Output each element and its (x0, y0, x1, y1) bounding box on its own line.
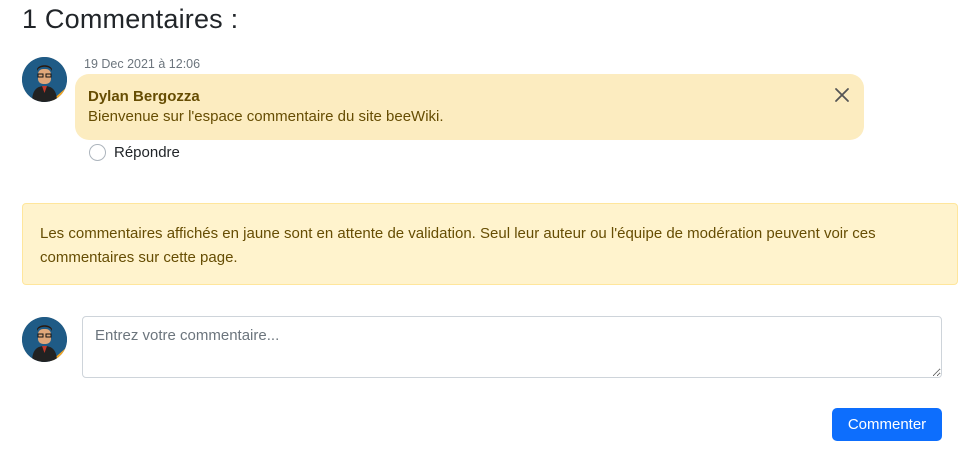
comment-author-name: Dylan Bergozza (88, 88, 200, 105)
comment-date: 19 Dec 2021 à 12:06 (84, 57, 201, 71)
close-icon[interactable] (833, 86, 851, 104)
comment-message: Bienvenue sur l'espace commentaire du si… (88, 108, 444, 125)
reply-button[interactable]: Répondre (89, 144, 180, 161)
reply-circle-icon (89, 144, 106, 161)
reply-label: Répondre (114, 144, 180, 161)
submit-comment-button[interactable]: Commenter (832, 408, 942, 441)
moderation-notice: Les commentaires affichés en jaune sont … (22, 203, 958, 285)
comment-input[interactable] (82, 316, 942, 378)
comments-count-title: 1 Commentaires : (22, 4, 239, 34)
current-user-avatar (22, 317, 67, 362)
comment-bubble: Dylan Bergozza Bienvenue sur l'espace co… (75, 74, 864, 140)
comment-author-avatar (22, 57, 67, 102)
comments-section: 1 Commentaires : 19 Dec 2021 à 12:06 Dyl… (0, 0, 971, 458)
